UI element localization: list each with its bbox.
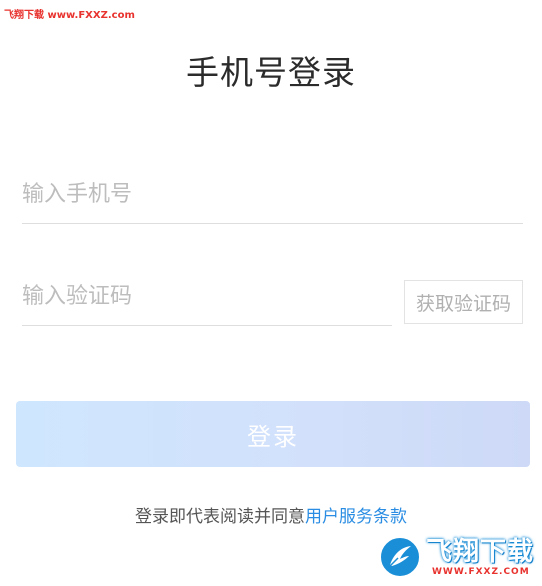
logo-url: WWW.FXXZ.COM	[432, 567, 530, 577]
logo-text-block: 飞翔下载 WWW.FXXZ.COM	[426, 537, 534, 577]
login-page: 飞翔下载 www.FXXZ.com 手机号登录 获取验证码 登录 登录即代表阅读…	[0, 0, 542, 586]
phone-input[interactable]	[22, 170, 523, 223]
phone-field	[22, 170, 523, 224]
corner-watermark-logo: 飞翔下载 WWW.FXXZ.COM	[376, 528, 542, 586]
terms-of-service-link[interactable]: 用户服务条款	[305, 507, 407, 527]
get-code-button[interactable]: 获取验证码	[404, 280, 523, 324]
feather-logo-icon	[379, 536, 421, 578]
agreement-text: 登录即代表阅读并同意用户服务条款	[0, 502, 542, 527]
agreement-prefix: 登录即代表阅读并同意	[135, 507, 305, 527]
page-title: 手机号登录	[186, 53, 356, 92]
login-button[interactable]: 登录	[16, 401, 530, 467]
code-field	[22, 272, 392, 326]
logo-name: 飞翔下载	[426, 537, 535, 567]
watermark-text: 飞翔下载 www.FXXZ.com	[4, 10, 135, 21]
verification-code-input[interactable]	[22, 272, 392, 325]
